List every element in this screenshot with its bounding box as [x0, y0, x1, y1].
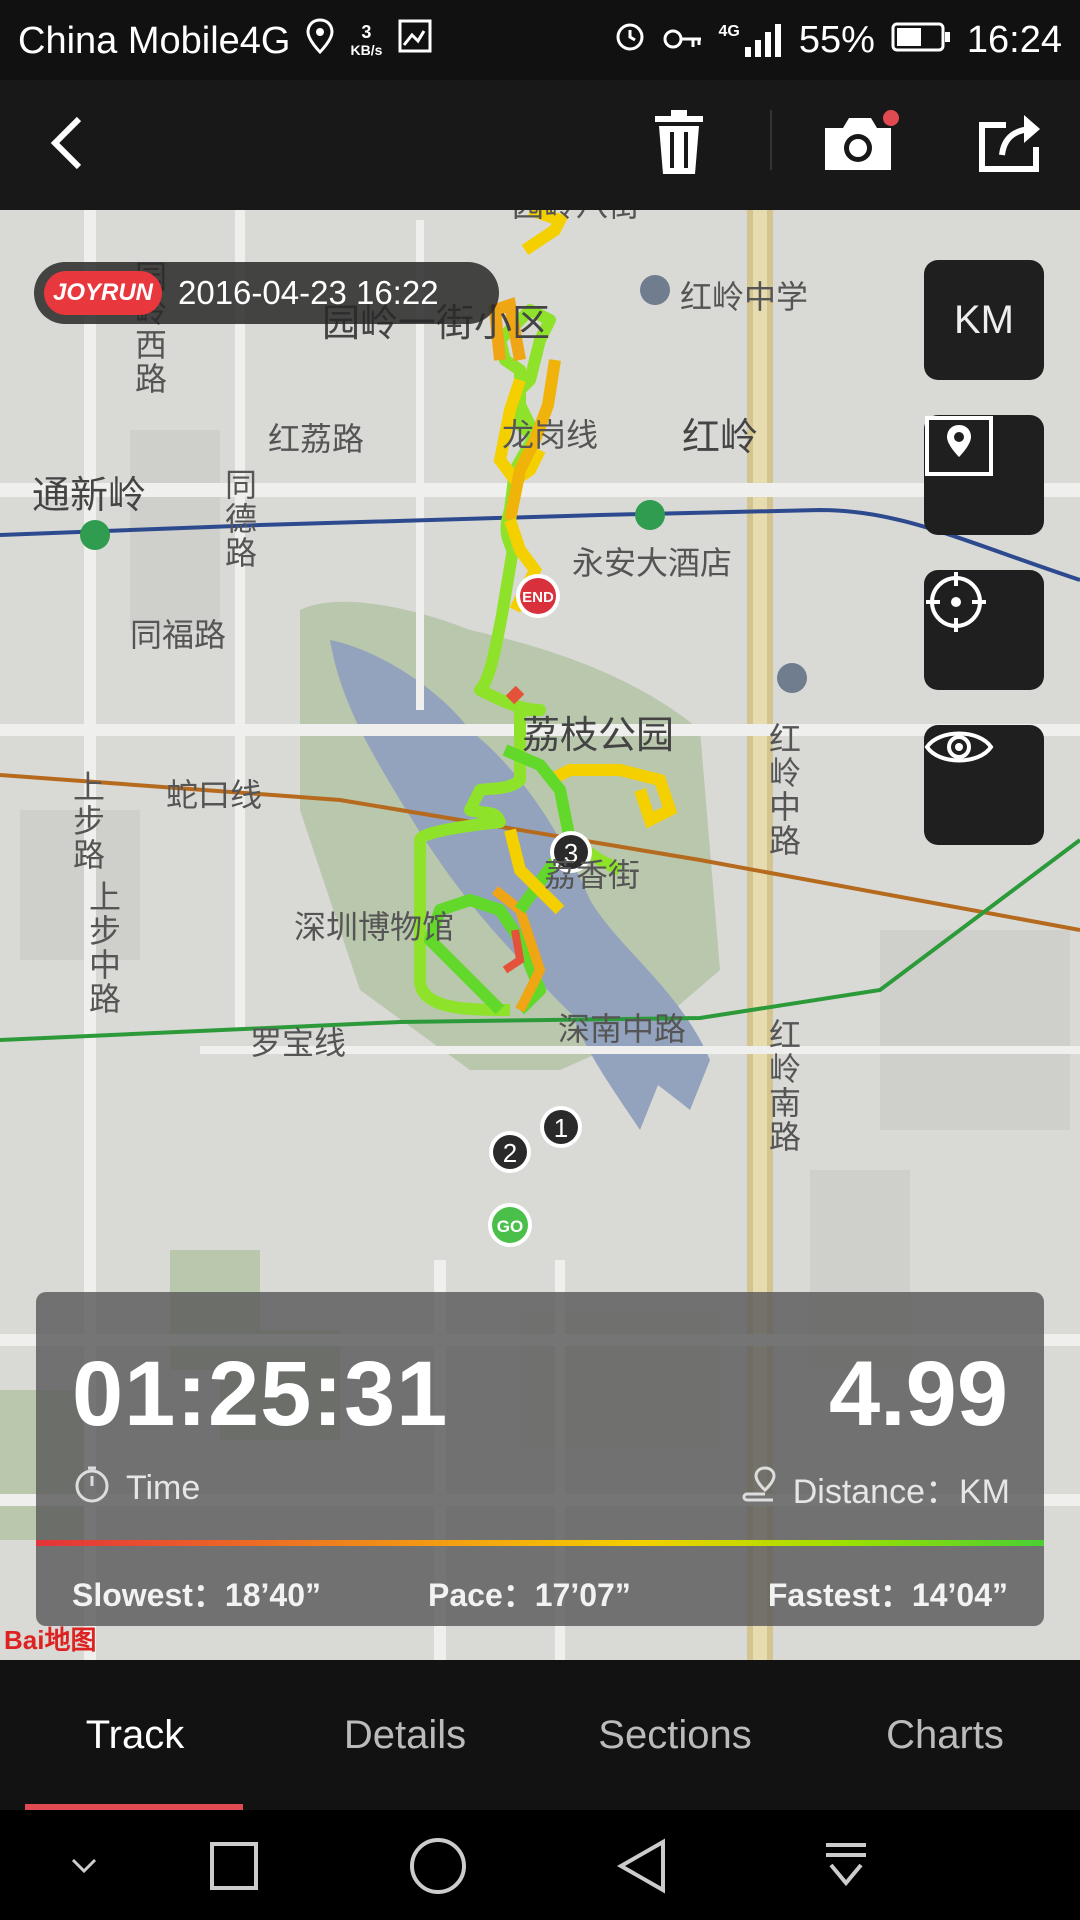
- gallery-icon: [398, 19, 432, 63]
- square-icon: [209, 1841, 259, 1896]
- map-label: 罗宝线: [250, 1024, 347, 1062]
- pull-down-icon: [823, 1841, 869, 1896]
- status-bar: China Mobile4G 3 KB/s 4G 55% 16:24: [0, 0, 1080, 80]
- map-label: 上步中路: [84, 880, 122, 1016]
- route-icon: [739, 1464, 779, 1513]
- run-date-pill: JOYRUN 2016-04-23 16:22: [34, 262, 499, 324]
- svg-text:END: END: [522, 589, 554, 606]
- map-type-button[interactable]: [924, 415, 1044, 535]
- back-button[interactable]: [22, 100, 112, 190]
- signal-icon: 4G: [719, 23, 783, 57]
- tab-track[interactable]: Track: [0, 1660, 270, 1810]
- distance-label: Distance：KM: [792, 1473, 1010, 1511]
- end-marker[interactable]: END: [516, 574, 560, 618]
- svg-text:GO: GO: [497, 1217, 523, 1236]
- run-datetime: 2016-04-23 16:22: [178, 274, 439, 311]
- map-label: 红岭中路: [764, 722, 802, 858]
- system-nav-bar: [0, 1810, 1080, 1920]
- network-speed: 3 KB/s: [350, 22, 383, 58]
- km-marker-2[interactable]: 2: [489, 1131, 531, 1173]
- battery-icon: [891, 19, 951, 62]
- visibility-button[interactable]: [924, 725, 1044, 845]
- key-icon: [663, 19, 703, 62]
- svg-text:2: 2: [503, 1138, 517, 1168]
- map-label: 上步路: [68, 770, 106, 872]
- camera-button[interactable]: [816, 100, 906, 190]
- map-label: 龙岗线: [502, 416, 599, 454]
- map-label: 通新岭: [32, 473, 147, 517]
- map-label: 荔香街: [544, 856, 641, 894]
- slowest-pace: Slowest：18’40”: [72, 1577, 322, 1613]
- distance-caption: Distance：KM: [739, 1464, 1010, 1513]
- distance-value: 4.99: [828, 1343, 1008, 1445]
- time-value: 01:25:31: [72, 1343, 449, 1445]
- tab-bar: Track Details Sections Charts: [0, 1660, 1080, 1810]
- unit-label: KM: [954, 297, 1014, 342]
- alarm-icon: [613, 18, 647, 62]
- chevron-down-icon: [69, 1856, 99, 1881]
- toolbar-divider: [770, 110, 772, 170]
- joyrun-logo: JOYRUN: [44, 271, 162, 315]
- go-start-marker[interactable]: GO: [488, 1203, 532, 1247]
- unit-km-button[interactable]: KM: [924, 260, 1044, 380]
- map-label: 同德路: [220, 468, 258, 570]
- home-button[interactable]: [398, 1828, 478, 1908]
- run-stats-panel: 01:25:31 4.99 Time Distance：KM Slowest：1…: [36, 1292, 1044, 1626]
- map-label: 蛇口线: [166, 776, 263, 814]
- tab-sections[interactable]: Sections: [540, 1660, 810, 1810]
- top-toolbar: [0, 80, 1080, 210]
- map-label: 荔枝公园: [522, 713, 675, 757]
- map-label: 永安大酒店: [572, 544, 733, 582]
- map-label: 红岭: [682, 415, 759, 459]
- trash-icon: [651, 109, 707, 181]
- back-nav-button[interactable]: [602, 1828, 682, 1908]
- tab-details[interactable]: Details: [270, 1660, 540, 1810]
- back-icon: [47, 113, 87, 178]
- map-label: 同福路: [130, 616, 227, 654]
- fastest-pace: Fastest：14’04”: [767, 1577, 1008, 1613]
- locate-button[interactable]: [924, 570, 1044, 690]
- map-label: 深南中路: [558, 1010, 687, 1048]
- map-label: 园岭八街: [512, 210, 640, 226]
- circle-home-icon: [408, 1836, 468, 1901]
- map-label: 红荔路: [268, 420, 365, 458]
- time-label: Time: [126, 1469, 201, 1507]
- triangle-back-icon: [615, 1838, 669, 1899]
- svg-text:1: 1: [554, 1113, 568, 1143]
- camera-icon: [821, 109, 901, 181]
- map-label: 深圳博物馆: [294, 908, 455, 946]
- share-icon: [976, 111, 1046, 180]
- pace-gradient-bar: [36, 1540, 1044, 1546]
- recents-button[interactable]: [194, 1828, 274, 1908]
- carrier-name: China Mobile4G: [18, 19, 291, 62]
- map-label: 红岭中学: [680, 278, 809, 316]
- share-button[interactable]: [966, 100, 1056, 190]
- map-label: 红岭南路: [764, 1018, 802, 1154]
- location-icon: [306, 18, 334, 64]
- hide-nav-button[interactable]: [44, 1828, 124, 1908]
- tab-charts[interactable]: Charts: [810, 1660, 1080, 1810]
- clock-time: 16:24: [966, 18, 1062, 61]
- stopwatch-icon: [72, 1464, 112, 1513]
- average-pace: Pace：17’07”: [428, 1577, 631, 1613]
- notification-pull-button[interactable]: [806, 1828, 886, 1908]
- time-caption: Time: [72, 1464, 200, 1513]
- km-marker-1[interactable]: 1: [540, 1106, 582, 1148]
- battery-percent: 55%: [798, 18, 875, 61]
- delete-button[interactable]: [634, 100, 724, 190]
